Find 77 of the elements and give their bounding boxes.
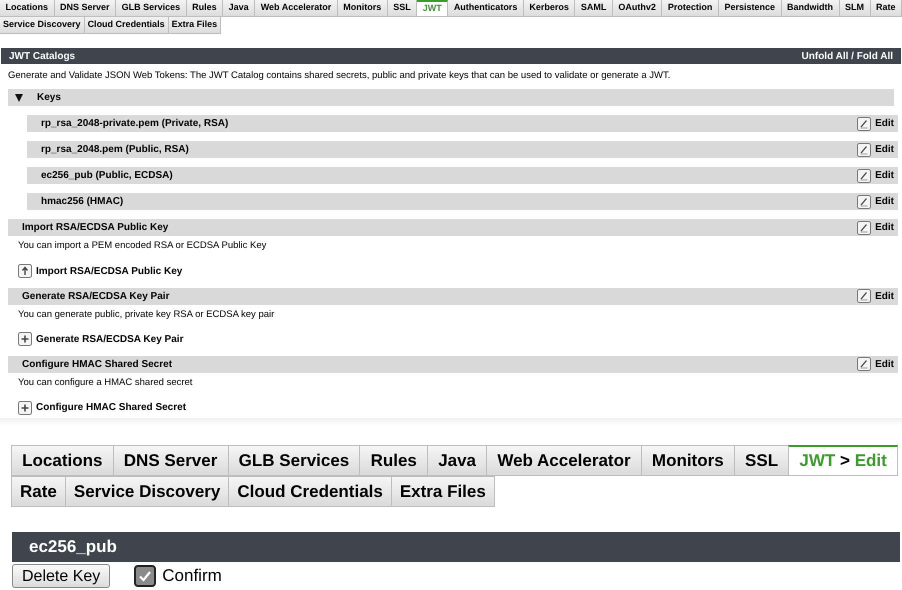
tab[interactable]: SSL — [734, 445, 790, 476]
triangle-icon[interactable] — [15, 94, 23, 102]
key-name: ec256_pub (Public, ECDSA) — [41, 169, 173, 184]
description-text: Generate and Validate JSON Web Tokens: The JWT Catalog contains shared secrets, public and private keys that can be used to validate or generate a JWT. — [7, 69, 672, 83]
group-title: Keys — [37, 91, 61, 106]
edit-button[interactable]: Edit — [857, 142, 894, 158]
tab[interactable]: SAML — [575, 0, 613, 17]
check-icon — [138, 568, 152, 583]
edit-button[interactable]: Edit — [857, 356, 894, 372]
key-title: ec256_pub — [29, 536, 117, 558]
tab[interactable]: Service Discovery — [0, 17, 85, 34]
tab[interactable]: Service Discovery — [64, 476, 230, 507]
tab[interactable]: Web Accelerator — [486, 445, 642, 476]
tab[interactable]: Rules — [186, 0, 224, 17]
confirm-label: Confirm — [162, 565, 222, 587]
action-button[interactable]: Configure HMAC Shared Secret — [18, 400, 186, 415]
plus-icon — [18, 332, 32, 346]
delete-key-button[interactable]: Delete Key — [12, 564, 110, 588]
section-heading: Import RSA/ECDSA Public Key — [22, 221, 168, 236]
pencil-icon — [857, 168, 872, 183]
tab[interactable]: OAuthv2 — [612, 0, 662, 17]
tab[interactable]: Persistence — [718, 0, 782, 17]
tab[interactable]: Protection — [662, 0, 719, 17]
tab[interactable]: Rate — [11, 476, 66, 507]
pencil-icon — [857, 220, 872, 235]
unfold-fold-link[interactable]: Unfold All / Fold All — [802, 48, 893, 64]
tab[interactable]: Authenticators — [448, 0, 524, 17]
tab[interactable]: Java — [223, 0, 256, 17]
edit-button[interactable]: Edit — [857, 116, 894, 132]
tab[interactable]: SLM — [840, 0, 871, 17]
tab[interactable]: JWT — [417, 0, 448, 17]
tab[interactable]: DNS Server — [54, 0, 116, 17]
tab[interactable]: GLB Services — [116, 0, 187, 17]
section-text: You can generate public, private key RSA or ECDSA key pair — [17, 308, 276, 322]
section-heading: Configure HMAC Shared Secret — [22, 358, 172, 372]
pencil-icon — [857, 357, 872, 372]
key-row[interactable]: rp_rsa_2048-private.pem (Private, RSA) Edit — [27, 115, 898, 132]
tab[interactable]: DNS Server — [112, 445, 229, 476]
section-text: You can configure a HMAC shared secret — [17, 376, 194, 390]
confirm-checkbox[interactable] — [134, 564, 156, 587]
tab[interactable]: GLB Services — [228, 445, 360, 476]
plus-icon — [18, 400, 32, 414]
tab[interactable]: Bandwidth — [782, 0, 840, 17]
tab[interactable]: Kerberos — [524, 0, 576, 17]
tab[interactable]: Cloud Credentials — [84, 17, 169, 34]
key-row[interactable]: ec256_pub (Public, ECDSA) Edit — [27, 167, 898, 184]
tab[interactable]: Locations — [11, 445, 114, 476]
edit-button[interactable]: Edit — [857, 220, 894, 236]
tab[interactable]: Locations — [0, 0, 55, 17]
action-button[interactable]: Import RSA/ECDSA Public Key — [18, 264, 182, 278]
tab[interactable]: Monitors — [338, 0, 388, 17]
pencil-icon — [857, 289, 872, 303]
edit-button[interactable]: Edit — [857, 194, 894, 210]
action-button[interactable]: Generate RSA/ECDSA Key Pair — [18, 332, 184, 347]
tab[interactable]: Rules — [359, 445, 428, 476]
section-text: You can import a PEM encoded RSA or ECDSA Public Key — [17, 239, 268, 254]
key-row[interactable]: hmac256 (HMAC) Edit — [27, 193, 898, 210]
tab[interactable]: JWT > Edit — [788, 445, 898, 476]
tab[interactable]: Java — [427, 445, 488, 476]
edit-button[interactable]: Edit — [857, 288, 894, 304]
tab[interactable]: Cloud Credentials — [228, 476, 392, 507]
tab[interactable]: SSL — [388, 0, 418, 17]
tab[interactable]: Extra Files — [168, 17, 222, 34]
edit-button[interactable]: Edit — [857, 168, 894, 184]
key-name: rp_rsa_2048.pem (Public, RSA) — [41, 143, 189, 158]
section-title: JWT Catalogs — [9, 50, 76, 64]
key-name: hmac256 (HMAC) — [41, 195, 124, 210]
pencil-icon — [857, 142, 872, 157]
pencil-icon — [857, 116, 872, 131]
pencil-icon — [857, 194, 872, 209]
key-name: rp_rsa_2048-private.pem (Private, RSA) — [41, 117, 228, 132]
tab[interactable]: Rate — [870, 0, 902, 17]
tab[interactable]: Web Accelerator — [255, 0, 338, 17]
tab[interactable]: Extra Files — [390, 476, 495, 507]
key-row[interactable]: rp_rsa_2048.pem (Public, RSA) Edit — [27, 141, 898, 158]
section-heading: Generate RSA/ECDSA Key Pair — [22, 290, 170, 304]
tab[interactable]: Monitors — [640, 445, 735, 476]
